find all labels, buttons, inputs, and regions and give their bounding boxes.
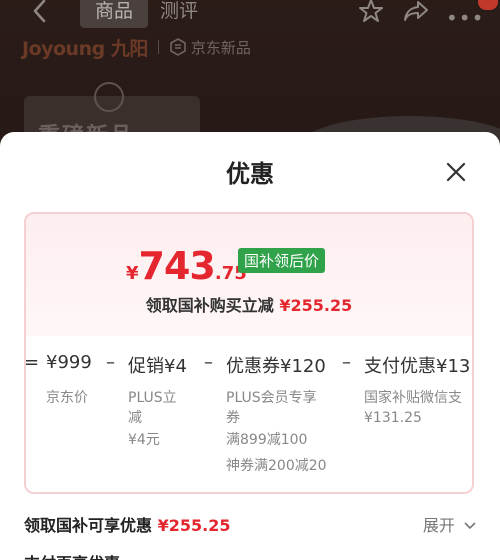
- subsidy-label: 领取国补购买立减: [145, 296, 274, 315]
- breakdown-payment-value: 支付优惠¥13: [364, 356, 471, 377]
- back-icon[interactable]: [28, 0, 54, 24]
- minus-sign: –: [204, 352, 213, 373]
- sheet-title: 优惠: [226, 160, 274, 188]
- brand-logo[interactable]: Joyoung 九阳: [22, 34, 148, 61]
- breakdown-coupon-line: PLUS会员专享: [226, 390, 317, 406]
- price-breakdown: = ¥999 京东价 – 促销¥4 PLUS立 减 ¥4元 – 优惠券¥120 …: [24, 336, 472, 492]
- breakdown-coupon-line: 神券满200减20: [226, 458, 327, 474]
- expand-button[interactable]: 展开: [423, 512, 476, 536]
- price-card: ¥ 743 .75 国补领后价 领取国补购买立减 ¥255.25 = ¥999 …: [24, 212, 474, 494]
- breakdown-coupon-line: 券: [226, 410, 240, 426]
- payment-discount-heading: 支付再享优惠: [24, 550, 120, 560]
- notification-badge: [478, 0, 498, 10]
- brand-row: Joyoung 九阳 京东新品: [22, 34, 251, 60]
- breakdown-promo-line: 减: [128, 410, 142, 426]
- top-bar: 商品 测评 •••: [0, 0, 500, 30]
- subsidy-summary-label: 领取国补可享优惠: [24, 516, 153, 535]
- price-tag: 国补领后价: [238, 248, 326, 273]
- new-product-icon: [170, 38, 186, 56]
- price-header: ¥ 743 .75 国补领后价 领取国补购买立减 ¥255.25: [26, 214, 472, 336]
- expand-label: 展开: [422, 516, 455, 535]
- price-currency: ¥: [126, 263, 139, 284]
- breakdown-base-value: ¥999: [46, 352, 92, 373]
- minus-sign: –: [106, 352, 115, 373]
- discount-sheet: 优惠 ¥ 743 .75 国补领后价 领取国补购买立减 ¥255.25 = ¥9…: [0, 132, 500, 560]
- promo-badge-icon: [94, 82, 124, 112]
- more-icon[interactable]: •••: [446, 6, 484, 30]
- breakdown-promo-line: PLUS立: [128, 390, 177, 406]
- tab-goods[interactable]: 商品: [80, 0, 148, 28]
- breakdown-coupon-value: 优惠券¥120: [226, 356, 326, 377]
- subsidy-summary-amount: ¥255.25: [157, 516, 231, 535]
- tab-review[interactable]: 测评: [160, 0, 198, 28]
- close-icon[interactable]: [444, 160, 468, 184]
- minus-sign: –: [342, 352, 351, 373]
- final-price: ¥ 743 .75: [126, 244, 247, 288]
- breakdown-payment-line: 国家补贴微信支: [364, 390, 462, 406]
- chevron-down-icon: [464, 522, 476, 530]
- breakdown-base-label: 京东价: [46, 390, 88, 406]
- breakdown-payment-line: ¥131.25: [364, 410, 422, 426]
- subsidy-summary-row[interactable]: 领取国补可享优惠 ¥255.25 展开: [24, 510, 476, 536]
- share-icon[interactable]: [402, 0, 430, 24]
- subsidy-amount: ¥255.25: [279, 296, 353, 315]
- favorite-star-icon[interactable]: [358, 0, 384, 24]
- brand-divider: [157, 40, 159, 54]
- breakdown-promo-line: ¥4元: [128, 432, 160, 448]
- subsidy-summary: 领取国补可享优惠 ¥255.25: [24, 512, 230, 536]
- store-label: 京东新品: [190, 38, 251, 57]
- breakdown-promo-value: 促销¥4: [128, 356, 187, 377]
- price-integer: 743: [138, 244, 216, 288]
- equals-sign: =: [24, 352, 40, 373]
- breakdown-coupon-line: 满899减100: [226, 432, 308, 448]
- subsidy-line: 领取国补购买立减 ¥255.25: [26, 292, 472, 316]
